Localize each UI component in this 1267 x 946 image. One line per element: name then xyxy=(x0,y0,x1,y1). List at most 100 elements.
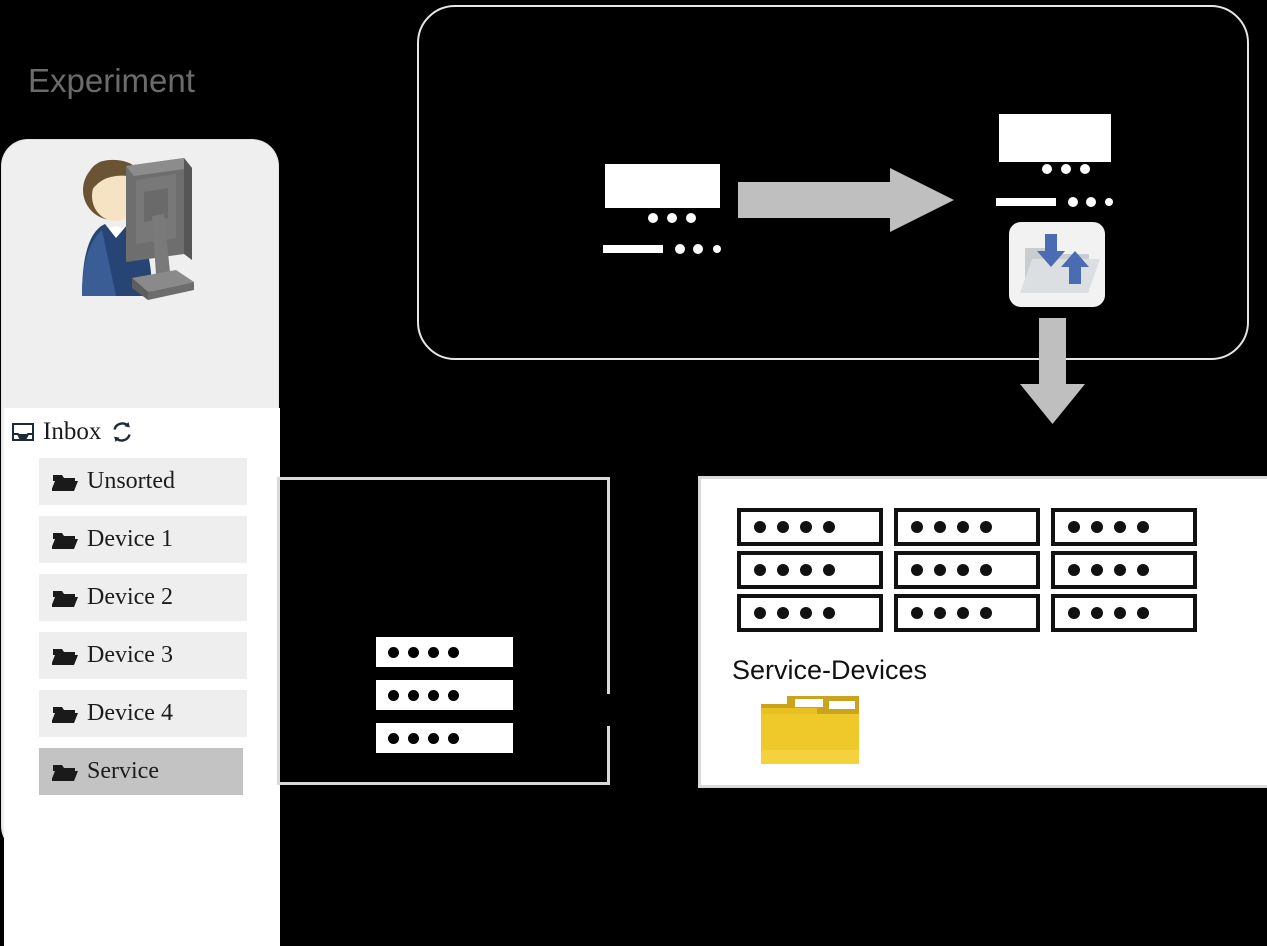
list-item[interactable] xyxy=(376,637,513,667)
sidebar-item-label: Device 4 xyxy=(87,700,173,726)
dot xyxy=(980,564,992,576)
open-folder-icon xyxy=(52,590,78,607)
dot xyxy=(388,732,399,744)
dot xyxy=(823,607,835,619)
inbox-label: Inbox xyxy=(43,418,102,445)
dot xyxy=(1042,164,1052,174)
folder-list: Unsorted Device 1 Device 2 Device 3 Devi… xyxy=(39,458,247,806)
sidebar-item-device-4[interactable]: Device 4 xyxy=(39,690,247,737)
user-with-monitor-icon xyxy=(82,158,194,300)
dot xyxy=(448,732,459,744)
dot xyxy=(408,646,419,658)
sidebar-item-label: Device 3 xyxy=(87,642,173,668)
dot xyxy=(388,646,399,658)
source-document-box xyxy=(605,164,720,208)
dot xyxy=(686,213,696,223)
dot xyxy=(823,564,835,576)
device-card[interactable] xyxy=(737,551,883,589)
dot xyxy=(1114,607,1126,619)
dot xyxy=(934,607,946,619)
device-card[interactable] xyxy=(894,508,1040,546)
dot xyxy=(800,521,812,533)
down-arrow-icon xyxy=(1020,318,1085,424)
avatar-area xyxy=(2,150,278,300)
eln-ui-card: ELN-UI John Doe Inbox Unsorted xyxy=(2,140,280,946)
device-card[interactable] xyxy=(1051,594,1197,632)
dot xyxy=(1105,198,1113,206)
result-document-rule xyxy=(996,198,1056,206)
inbox-tray-icon xyxy=(12,423,34,441)
dot xyxy=(388,689,399,701)
dot xyxy=(957,564,969,576)
sidebar-item-device-3[interactable]: Device 3 xyxy=(39,632,247,679)
dot xyxy=(934,521,946,533)
refresh-icon[interactable] xyxy=(110,420,134,444)
result-document-dots xyxy=(1042,164,1090,174)
dot xyxy=(1114,521,1126,533)
sidebar-item-label: Service xyxy=(87,758,159,784)
right-arrow-icon xyxy=(580,680,715,740)
open-folder-icon xyxy=(52,764,78,781)
inbox-result-panel xyxy=(277,477,610,785)
dot xyxy=(408,689,419,701)
dot xyxy=(911,521,923,533)
device-card[interactable] xyxy=(737,594,883,632)
device-card[interactable] xyxy=(737,508,883,546)
sidebar-item-device-2[interactable]: Device 2 xyxy=(39,574,247,621)
dot xyxy=(980,521,992,533)
dot xyxy=(800,564,812,576)
dot xyxy=(1061,164,1071,174)
dot xyxy=(648,213,658,223)
open-folder-icon xyxy=(52,532,78,549)
dot xyxy=(408,732,419,744)
dot xyxy=(1068,564,1080,576)
dot xyxy=(911,564,923,576)
device-card[interactable] xyxy=(894,551,1040,589)
open-folder-icon xyxy=(52,648,78,665)
list-item[interactable] xyxy=(376,723,513,753)
dot xyxy=(1137,521,1149,533)
list-item[interactable] xyxy=(376,680,513,710)
inbox-header[interactable]: Inbox xyxy=(12,416,134,448)
dot xyxy=(754,607,766,619)
dot xyxy=(754,521,766,533)
folder-sync-icon[interactable] xyxy=(1007,222,1107,307)
dot xyxy=(448,646,459,658)
open-folder-icon xyxy=(52,474,78,491)
source-document-rule xyxy=(603,245,663,253)
sidebar-item-unsorted[interactable]: Unsorted xyxy=(39,458,247,505)
dot xyxy=(1068,197,1078,207)
dot xyxy=(1080,164,1090,174)
inbox-pane: Inbox Unsorted Device 1 Device 2 Device … xyxy=(4,408,280,946)
device-card[interactable] xyxy=(1051,508,1197,546)
dot xyxy=(934,564,946,576)
right-arrow-icon xyxy=(738,168,954,232)
open-folder-icon xyxy=(52,706,78,723)
dot xyxy=(1091,564,1103,576)
dot xyxy=(1091,607,1103,619)
source-document-dots xyxy=(648,213,696,223)
sidebar-item-device-1[interactable]: Device 1 xyxy=(39,516,247,563)
service-devices-label: Service-Devices xyxy=(732,655,928,685)
dot xyxy=(777,607,789,619)
device-card[interactable] xyxy=(1051,551,1197,589)
dot xyxy=(428,732,439,744)
yellow-folder-icon[interactable] xyxy=(759,694,861,766)
device-grid xyxy=(737,508,1197,648)
result-document-box xyxy=(999,114,1111,162)
sidebar-item-label: Unsorted xyxy=(87,468,175,494)
sidebar-item-service[interactable]: Service xyxy=(39,748,243,795)
dot xyxy=(675,244,685,254)
dot xyxy=(1068,521,1080,533)
device-card[interactable] xyxy=(894,594,1040,632)
dot xyxy=(428,646,439,658)
dot xyxy=(1137,607,1149,619)
dot xyxy=(713,245,721,253)
dot xyxy=(1114,564,1126,576)
service-devices-panel: Service-Devices xyxy=(698,476,1267,788)
dot xyxy=(1068,607,1080,619)
dot xyxy=(823,521,835,533)
dot xyxy=(754,564,766,576)
dot xyxy=(957,521,969,533)
dot xyxy=(428,689,439,701)
